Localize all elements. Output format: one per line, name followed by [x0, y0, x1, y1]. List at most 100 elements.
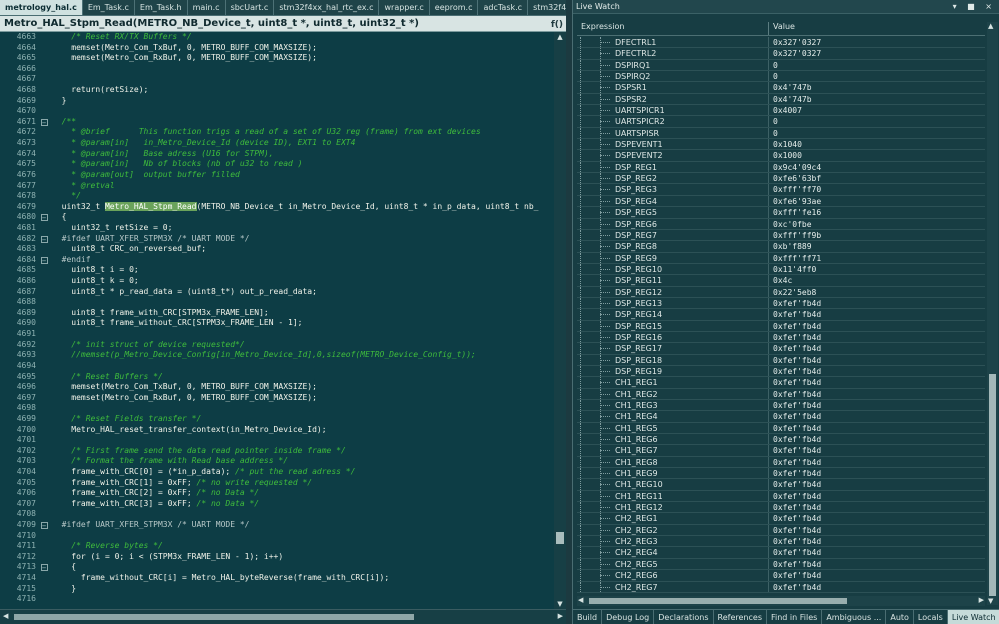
editor-tab[interactable]: main.c — [187, 0, 226, 15]
watch-value[interactable]: 0xfef'fb4d — [769, 389, 821, 399]
fold-toggle-icon[interactable]: − — [38, 234, 50, 245]
scroll-down-icon[interactable]: ▼ — [556, 600, 564, 608]
watch-value[interactable]: 0xfef'fb4d — [769, 445, 821, 455]
watch-value[interactable]: 0xfef'fb4d — [769, 434, 821, 444]
watch-value[interactable]: 0xfef'fb4d — [769, 536, 821, 546]
watch-row[interactable]: DSP_REG13 0xfef'fb4d — [577, 297, 985, 310]
watch-row[interactable]: CH1_REG5 0xfef'fb4d — [577, 422, 985, 435]
code-line[interactable]: 4672 * @brief This function trigs a read… — [0, 127, 554, 138]
watch-row[interactable]: DSPEVENT1 0x1040 — [577, 139, 985, 151]
code-line[interactable]: 4700 Metro_HAL_reset_transfer_context(in… — [0, 425, 554, 436]
watch-row[interactable]: DSP_REG18 0xfef'fb4d — [577, 354, 985, 366]
code-line[interactable]: 4679 uint32_t Metro_HAL_Stpm_Read(METRO_… — [0, 201, 554, 213]
scroll-right-icon[interactable]: ▶ — [979, 596, 984, 604]
watch-row[interactable]: DSP_REG7 0xfff'ff9b — [577, 229, 985, 242]
code-line[interactable]: 4683 uint8_t CRC_on_reversed_buf; — [0, 244, 554, 255]
watch-row[interactable]: CH1_REG7 0xfef'fb4d — [577, 445, 985, 457]
bottom-tab[interactable]: Ambiguous ... — [822, 610, 887, 624]
expression-column-header[interactable]: Expression — [577, 22, 769, 35]
editor-tab[interactable]: metrology_hal.c — [0, 0, 83, 15]
code-line[interactable]: 4667 — [0, 74, 554, 85]
fold-toggle-icon[interactable]: − — [38, 212, 50, 223]
scroll-down-icon[interactable]: ▼ — [988, 597, 993, 605]
scroll-up-icon[interactable]: ▲ — [556, 33, 564, 41]
watch-row[interactable]: DSP_REG10 0x11'4ff0 — [577, 263, 985, 276]
watch-value[interactable]: 0xfef'fb4d — [769, 343, 821, 353]
watch-row[interactable]: UARTSPICR1 0x4007 — [577, 105, 985, 117]
watch-row[interactable]: DSPSR2 0x4'747b — [577, 93, 985, 106]
code-line[interactable]: 4664 memset(Metro_Com_TxBuf, 0, METRO_BU… — [0, 43, 554, 54]
bottom-tab[interactable]: Auto — [886, 610, 914, 624]
watch-value[interactable]: 0xfef'fb4d — [769, 355, 821, 365]
watch-row[interactable]: DSP_REG11 0x4c — [577, 275, 985, 287]
watch-value[interactable]: 0xfef'fb4d — [769, 411, 821, 421]
bottom-tab[interactable]: Find in Files — [767, 610, 823, 624]
code-line[interactable]: 4680− { — [0, 212, 554, 223]
code-line[interactable]: 4692 /* init struct of device requested*… — [0, 340, 554, 351]
watch-value[interactable]: 0xfef'fb4d — [769, 457, 821, 467]
watch-value[interactable]: 0xfef'fb4d — [769, 298, 821, 308]
code-line[interactable]: 4682− #ifdef UART_XFER_STPM3X /* UART MO… — [0, 234, 554, 245]
editor-tab[interactable]: eeprom.c — [429, 0, 479, 15]
watch-row[interactable]: CH1_REG1 0xfef'fb4d — [577, 377, 985, 389]
watch-value[interactable]: 0 — [769, 128, 778, 138]
code-line[interactable]: 4668 return(retSize); — [0, 85, 554, 96]
fold-toggle-icon[interactable]: − — [38, 117, 50, 128]
code-line[interactable]: 4666 — [0, 64, 554, 75]
watch-row[interactable]: DSP_REG4 0xfe6'93ae — [577, 195, 985, 208]
scroll-left-icon[interactable]: ◀ — [578, 596, 583, 604]
watch-value[interactable]: 0xfef'fb4d — [769, 332, 821, 342]
code-line[interactable]: 4701 — [0, 435, 554, 446]
watch-row[interactable]: CH2_REG2 0xfef'fb4d — [577, 524, 985, 537]
code-line[interactable]: 4673 * @param[in] in_Metro_Device_Id (de… — [0, 138, 554, 149]
code-line[interactable]: 4709− #ifdef UART_XFER_STPM3X /* UART MO… — [0, 520, 554, 531]
watch-value[interactable]: 0xfef'fb4d — [769, 366, 821, 376]
watch-row[interactable]: DSP_REG8 0xb'f889 — [577, 241, 985, 253]
editor-vertical-scrollbar[interactable]: ▲ ▼ — [554, 32, 566, 609]
code-line[interactable]: 4686 uint8_t k = 0; — [0, 276, 554, 287]
watch-row[interactable]: DSP_REG15 0xfef'fb4d — [577, 320, 985, 332]
editor-tab[interactable]: stm32f427xx.h — [528, 0, 566, 15]
code-line[interactable]: 4691 — [0, 329, 554, 340]
watch-value[interactable]: 0x4'747b — [769, 94, 812, 104]
code-line[interactable]: 4663 /* Reset RX/TX Buffers */ — [0, 32, 554, 43]
scroll-left-icon[interactable]: ◀ — [3, 612, 8, 620]
code-line[interactable]: 4702 /* First frame send the data read p… — [0, 446, 554, 457]
code-line[interactable]: 4710 — [0, 531, 554, 542]
watch-value[interactable]: 0xc'0fbe — [769, 219, 812, 229]
watch-value[interactable]: 0 — [769, 71, 778, 81]
code-line[interactable]: 4687 uint8_t * p_read_data = (uint8_t*) … — [0, 287, 554, 298]
fold-toggle-icon[interactable]: − — [38, 520, 50, 531]
bottom-tab[interactable]: Debug Log — [602, 610, 655, 624]
watch-row[interactable]: CH2_REG3 0xfef'fb4d — [577, 536, 985, 548]
watch-value[interactable]: 0xfef'fb4d — [769, 570, 821, 580]
code-line[interactable]: 4715 } — [0, 584, 554, 595]
watch-value[interactable]: 0 — [769, 116, 778, 126]
editor-tab[interactable]: Em_Task.c — [82, 0, 135, 15]
watch-value[interactable]: 0xfef'fb4d — [769, 400, 821, 410]
editor-tab[interactable]: sbcUart.c — [225, 0, 275, 15]
fold-toggle-icon[interactable]: − — [38, 255, 50, 266]
watch-value[interactable]: 0x4007 — [769, 105, 802, 115]
watch-value[interactable]: 0xfef'fb4d — [769, 547, 821, 557]
watch-value[interactable]: 0xfef'fb4d — [769, 513, 821, 523]
watch-row[interactable]: DSPSR1 0x4'747b — [577, 82, 985, 94]
watch-value[interactable]: 0xfff'ff71 — [769, 253, 821, 263]
watch-row[interactable]: CH2_REG5 0xfef'fb4d — [577, 558, 985, 571]
watch-row[interactable]: CH1_REG2 0xfef'fb4d — [577, 388, 985, 400]
watch-value[interactable]: 0xfff'ff9b — [769, 230, 821, 240]
watch-value[interactable]: 0xfef'fb4d — [769, 582, 821, 592]
code-line[interactable]: 4707 frame_with_CRC[3] = 0xFF; /* no Dat… — [0, 499, 554, 510]
watch-row[interactable]: DSP_REG5 0xfff'fe16 — [577, 207, 985, 219]
watch-value[interactable]: 0x1000 — [769, 150, 802, 160]
watch-value[interactable]: 0x1040 — [769, 139, 802, 149]
watch-row[interactable]: DSPIRQ1 0 — [577, 59, 985, 72]
editor-tab[interactable]: wrapper.c — [379, 0, 430, 15]
watch-row[interactable]: CH1_REG12 0xfef'fb4d — [577, 502, 985, 514]
highlighted-function-name[interactable]: Metro_HAL_Stpm_Read — [104, 201, 197, 211]
watch-value[interactable]: 0x11'4ff0 — [769, 264, 816, 274]
watch-row[interactable]: DSP_REG16 0xfef'fb4d — [577, 331, 985, 344]
watch-row[interactable]: DSP_REG14 0xfef'fb4d — [577, 309, 985, 321]
watch-value[interactable]: 0xfff'fe16 — [769, 207, 821, 217]
code-line[interactable]: 4708 — [0, 509, 554, 520]
